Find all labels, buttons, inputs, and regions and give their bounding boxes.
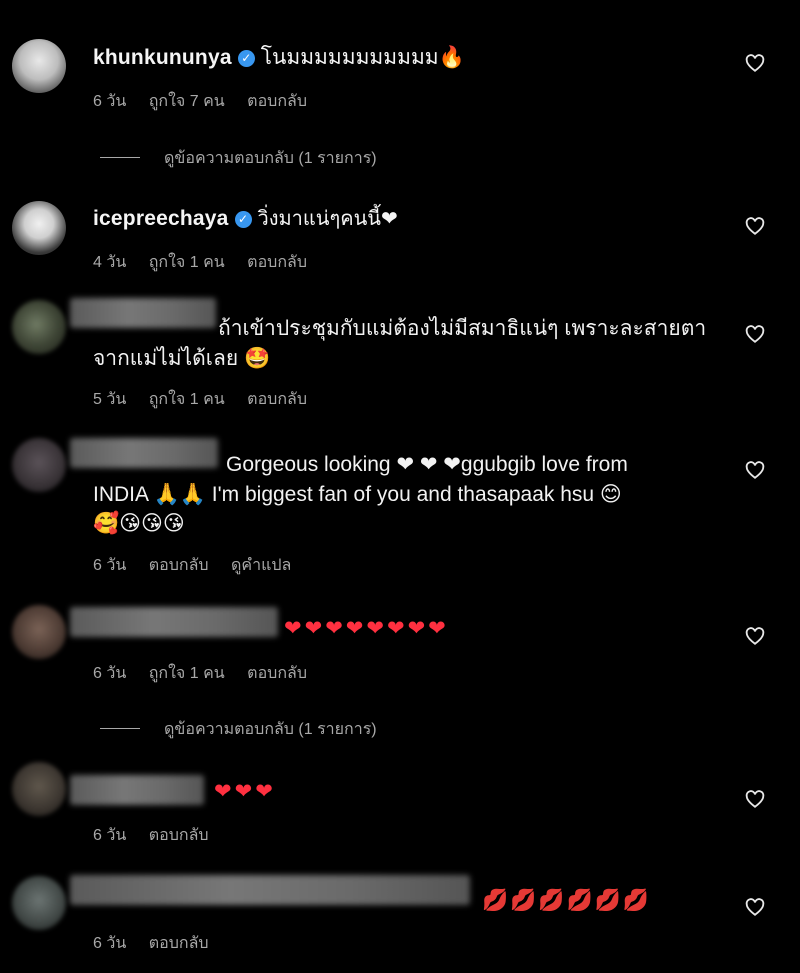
username-blurred — [70, 607, 278, 637]
likes-count[interactable]: ถูกใจ 1 คน — [149, 254, 225, 271]
avatar[interactable] — [12, 201, 66, 255]
verified-badge-icon: ✓ — [237, 50, 255, 67]
comment-text: วิ่งมาแน่ๆคนนี้❤ — [257, 208, 398, 230]
avatar[interactable] — [12, 762, 66, 816]
view-replies-label: ดูข้อความตอบกลับ (1 รายการ) — [164, 721, 377, 738]
avatar[interactable] — [12, 39, 66, 93]
username-blurred — [70, 438, 218, 468]
reply-button[interactable]: ตอบกลับ — [247, 93, 307, 110]
reply-button[interactable]: ตอบกลับ — [247, 254, 307, 271]
verified-badge-icon: ✓ — [234, 211, 252, 228]
comment-meta: 6 วัน ตอบกลับ ดูคำแปล — [93, 553, 309, 578]
comment-text: จากแม่ไม่ได้เลย 🤩 — [93, 347, 271, 370]
heart-outline-icon[interactable] — [744, 459, 766, 481]
reply-button[interactable]: ตอบกลับ — [149, 935, 209, 952]
timestamp: 6 วัน — [93, 935, 127, 952]
comment-meta: 4 วัน ถูกใจ 1 คน ตอบกลับ — [93, 250, 325, 275]
avatar[interactable] — [12, 300, 66, 354]
avatar[interactable] — [12, 876, 66, 930]
avatar[interactable] — [12, 438, 66, 492]
timestamp: 6 วัน — [93, 827, 127, 844]
username[interactable]: khunkununya — [93, 46, 232, 69]
username[interactable]: icepreechaya — [93, 207, 229, 230]
likes-count[interactable]: ถูกใจ 1 คน — [149, 391, 225, 408]
divider — [100, 157, 140, 158]
comment-text: ❤❤❤ — [214, 780, 276, 803]
comment-text: ถ้าเข้าประชุมกับแม่ต้องไม่มีสมาธิแน่ๆ เพ… — [218, 317, 707, 340]
comment-text: โนมมมมมมมมมมม🔥 — [260, 46, 465, 69]
comment-text: 💋💋💋💋💋💋 — [482, 889, 651, 912]
timestamp: 4 วัน — [93, 254, 127, 271]
view-replies-label: ดูข้อความตอบกลับ (1 รายการ) — [164, 150, 377, 167]
heart-outline-icon[interactable] — [744, 788, 766, 810]
divider — [100, 728, 140, 729]
avatar[interactable] — [12, 605, 66, 659]
timestamp: 6 วัน — [93, 93, 127, 110]
comment-meta: 6 วัน ตอบกลับ — [93, 823, 227, 848]
reply-button[interactable]: ตอบกลับ — [149, 557, 209, 574]
comment-meta: 6 วัน ถูกใจ 7 คน ตอบกลับ — [93, 89, 325, 114]
username-blurred — [70, 298, 216, 328]
timestamp: 6 วัน — [93, 665, 127, 682]
timestamp: 6 วัน — [93, 557, 127, 574]
comment-text: 🥰😘😘😘 — [93, 512, 185, 535]
reply-button[interactable]: ตอบกลับ — [247, 665, 307, 682]
comment-text: Gorgeous looking ❤ ❤ ❤ggubgib love from — [226, 453, 628, 476]
username-blurred — [70, 775, 204, 805]
comment-text: ❤❤❤❤❤❤❤❤ — [284, 617, 449, 640]
comment-text: INDIA 🙏🙏 I'm biggest fan of you and thas… — [93, 483, 622, 506]
likes-count[interactable]: ถูกใจ 7 คน — [149, 93, 225, 110]
reply-button[interactable]: ตอบกลับ — [149, 827, 209, 844]
heart-outline-icon[interactable] — [744, 323, 766, 345]
view-replies-button[interactable]: ดูข้อความตอบกลับ (1 รายการ) — [100, 717, 377, 742]
comment-line: icepreechaya ✓ วิ่งมาแน่ๆคนนี้❤ — [93, 204, 398, 234]
comment-meta: 5 วัน ถูกใจ 1 คน ตอบกลับ — [93, 387, 325, 412]
comment-line: khunkununya ✓ โนมมมมมมมมมมม🔥 — [93, 43, 465, 73]
heart-outline-icon[interactable] — [744, 215, 766, 237]
heart-outline-icon[interactable] — [744, 625, 766, 647]
timestamp: 5 วัน — [93, 391, 127, 408]
reply-button[interactable]: ตอบกลับ — [247, 391, 307, 408]
likes-count[interactable]: ถูกใจ 1 คน — [149, 665, 225, 682]
comment-meta: 6 วัน ถูกใจ 1 คน ตอบกลับ — [93, 661, 325, 686]
view-replies-button[interactable]: ดูข้อความตอบกลับ (1 รายการ) — [100, 146, 377, 171]
heart-outline-icon[interactable] — [744, 52, 766, 74]
username-blurred — [70, 875, 470, 905]
comment-meta: 6 วัน ตอบกลับ — [93, 931, 227, 956]
translate-button[interactable]: ดูคำแปล — [231, 557, 291, 574]
heart-outline-icon[interactable] — [744, 896, 766, 918]
